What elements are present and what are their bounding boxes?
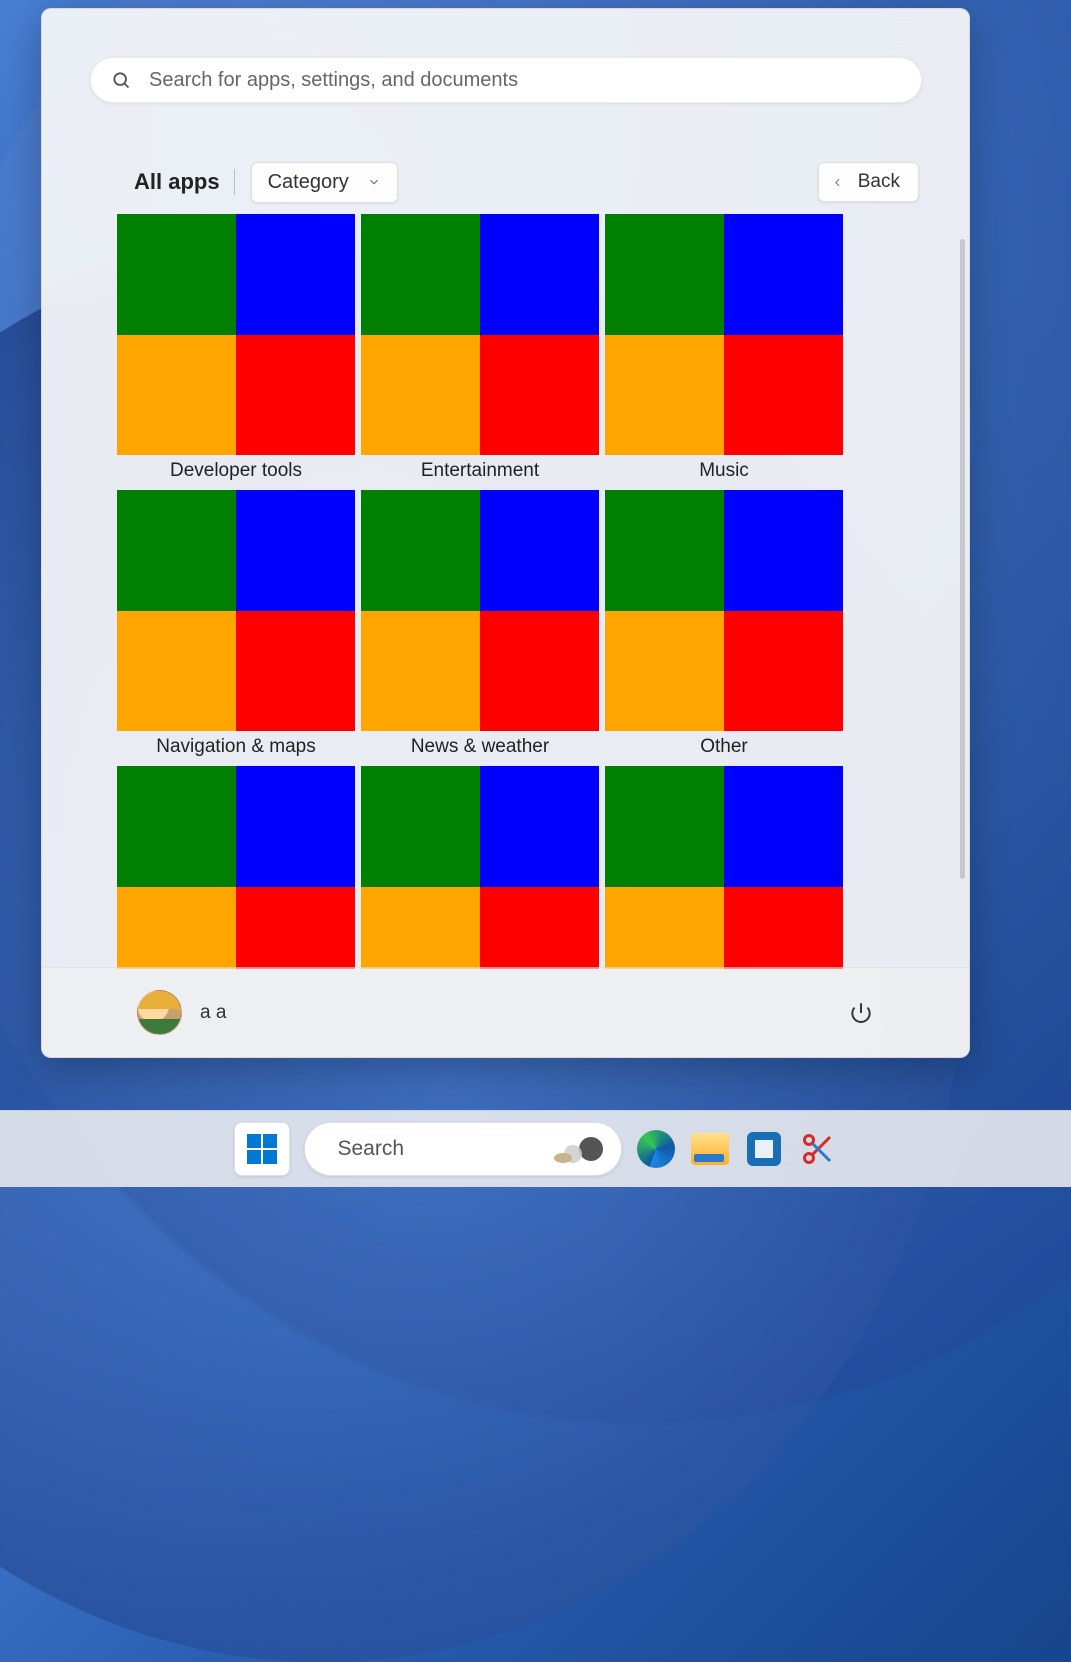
scrollbar[interactable] bbox=[960, 239, 965, 879]
start-search-bar[interactable] bbox=[90, 57, 922, 103]
category-dropdown-label: Category bbox=[268, 171, 349, 194]
category-tile-entertainment[interactable]: Entertainment bbox=[361, 214, 599, 482]
store-icon bbox=[747, 1132, 781, 1166]
user-avatar[interactable] bbox=[137, 990, 182, 1035]
search-widget-icon bbox=[551, 1134, 607, 1164]
category-dropdown[interactable]: Category bbox=[251, 162, 398, 203]
folder-icon bbox=[691, 1133, 729, 1165]
tile-label: Navigation & maps bbox=[117, 731, 355, 758]
tile-label: Other bbox=[605, 731, 843, 758]
grid-row bbox=[117, 766, 957, 969]
start-menu: All apps Category Back Developer tools bbox=[41, 8, 970, 1058]
category-tile-navigation-maps[interactable]: Navigation & maps bbox=[117, 490, 355, 758]
tile-label: Developer tools bbox=[117, 455, 355, 482]
content-scroll-area[interactable]: Developer tools Entertainment Music bbox=[117, 214, 957, 969]
category-tile-developer-tools[interactable]: Developer tools bbox=[117, 214, 355, 482]
tile-thumbnail bbox=[117, 766, 355, 969]
chevron-down-icon bbox=[367, 175, 381, 189]
start-button[interactable] bbox=[234, 1122, 290, 1176]
back-button[interactable]: Back bbox=[818, 162, 919, 202]
header-row: All apps Category Back bbox=[134, 157, 919, 207]
taskbar bbox=[0, 1110, 1071, 1187]
taskbar-app-snipping-tool[interactable] bbox=[798, 1129, 838, 1169]
grid-row: Developer tools Entertainment Music bbox=[117, 214, 957, 482]
divider bbox=[234, 169, 235, 195]
power-icon[interactable] bbox=[848, 1000, 874, 1026]
category-tile-other[interactable]: Other bbox=[605, 490, 843, 758]
back-button-label: Back bbox=[858, 171, 900, 193]
tile-thumbnail bbox=[117, 214, 355, 455]
taskbar-search[interactable] bbox=[304, 1122, 622, 1176]
edge-icon bbox=[637, 1130, 675, 1168]
scissors-icon bbox=[800, 1131, 836, 1167]
tile-label: News & weather bbox=[361, 731, 599, 758]
chevron-left-icon bbox=[831, 176, 844, 189]
category-tile[interactable] bbox=[361, 766, 599, 969]
tile-thumbnail bbox=[361, 766, 599, 969]
all-apps-label: All apps bbox=[134, 169, 220, 195]
tile-thumbnail bbox=[605, 766, 843, 969]
taskbar-app-store[interactable] bbox=[744, 1129, 784, 1169]
category-tile-news-weather[interactable]: News & weather bbox=[361, 490, 599, 758]
user-name-label[interactable]: a a bbox=[200, 1002, 226, 1024]
category-tile[interactable] bbox=[605, 766, 843, 969]
category-tile-music[interactable]: Music bbox=[605, 214, 843, 482]
search-icon bbox=[111, 70, 131, 90]
tile-thumbnail bbox=[605, 490, 843, 731]
tile-thumbnail bbox=[605, 214, 843, 455]
tile-label: Entertainment bbox=[361, 455, 599, 482]
tile-thumbnail bbox=[361, 490, 599, 731]
tile-thumbnail bbox=[117, 490, 355, 731]
start-menu-footer: a a bbox=[42, 967, 969, 1057]
taskbar-app-edge[interactable] bbox=[636, 1129, 676, 1169]
category-tile[interactable] bbox=[117, 766, 355, 969]
tile-label: Music bbox=[605, 455, 843, 482]
grid-row: Navigation & maps News & weather Other bbox=[117, 490, 957, 758]
start-search-input[interactable] bbox=[149, 69, 901, 92]
windows-logo-icon bbox=[247, 1134, 277, 1164]
content-inner: Developer tools Entertainment Music bbox=[117, 214, 957, 969]
tile-thumbnail bbox=[361, 214, 599, 455]
taskbar-app-file-explorer[interactable] bbox=[690, 1129, 730, 1169]
